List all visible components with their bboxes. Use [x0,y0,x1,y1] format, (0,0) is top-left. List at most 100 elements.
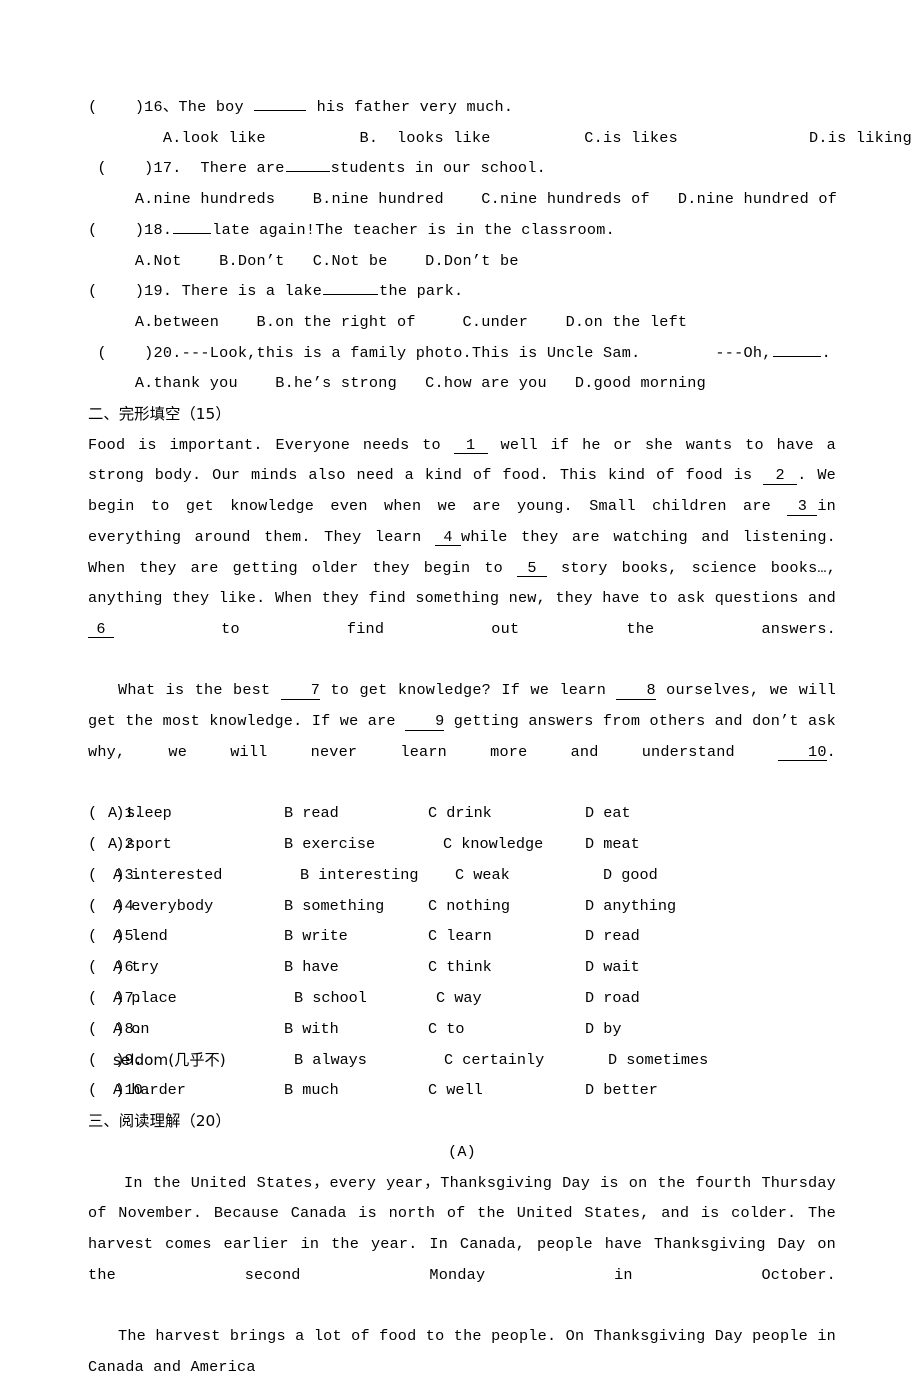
answer-blank-19[interactable] [323,280,379,296]
cloze-blank-7[interactable]: 7 [280,683,321,700]
cloze-option-a[interactable]: A sleep [108,798,172,829]
cloze-p1-text-6: to find out the answers. [114,619,836,638]
cloze-option-row: ( )8. A on B with C to D by [88,1014,836,1045]
cloze-option-row: ( )1. A sleep B read C drink D eat [88,798,836,829]
question-row-16: ( )16、The boy his father very much. [88,92,836,123]
cloze-blank-5[interactable]: 5 [517,560,547,578]
cloze-option-row: ( )9. seldom(几乎不) B always C certainly D so… [88,1045,836,1076]
cloze-blank-2[interactable]: 2 [763,468,798,485]
cloze-option-a[interactable]: A harder [113,1075,186,1106]
cloze-option-d[interactable]: D meat [585,829,640,860]
options-row-20[interactable]: A.thank you B.he’s strong C.how are you … [88,368,836,399]
cloze-option-b[interactable]: B school [294,983,367,1014]
cloze-option-a[interactable]: A interested [113,860,222,891]
cloze-option-b[interactable]: B with [284,1014,339,1045]
question-marker-16[interactable]: ( )16、 [88,98,178,116]
section-two-heading: 二、完形填空（15） [88,405,231,424]
question-stem-16-after: his father very much. [307,98,514,116]
cloze-blank-1[interactable]: 1 [453,437,488,455]
cloze-option-row: ( )6. A try B have C think D wait [88,952,836,983]
cloze-option-d[interactable]: D read [585,921,640,952]
cloze-blank-9[interactable]: 9 [405,714,445,731]
question-row-17: ( )17. There are students in our school. [88,153,836,184]
cloze-paragraph-1: Food is important. Everyone needs to 1 w… [88,430,836,676]
cloze-option-b[interactable]: B read [284,798,339,829]
cloze-option-b[interactable]: B have [284,952,339,983]
options-row-16[interactable]: A.look like B. looks like C.is likes D.i… [88,123,912,154]
cloze-option-d[interactable]: D better [585,1075,658,1106]
cloze-p2-text-0: What is the best [118,681,281,700]
cloze-option-c[interactable]: C well [428,1075,483,1106]
answer-blank-16[interactable] [254,96,307,111]
question-stem-20-after: . [821,343,831,362]
question-row-19: ( )19. There is a lake the park. [88,276,836,307]
cloze-option-c[interactable]: C certainly [444,1045,544,1076]
cloze-option-row: ( )2. A sport B exercise C knowledge D meat [88,829,836,860]
question-stem-18-after: late again!The teacher is in the classro… [212,220,615,239]
answer-blank-17[interactable] [285,157,330,173]
cloze-option-c[interactable]: C to [428,1014,464,1045]
reading-paragraph-1: In the United States，every year，Thanksgi… [88,1173,836,1284]
cloze-option-d[interactable]: D sometimes [608,1045,708,1076]
cloze-option-a[interactable]: A lend [113,921,168,952]
cloze-option-c[interactable]: C learn [428,921,492,952]
cloze-options-list: ( )1. A sleep B read C drink D eat( )2. A spo… [88,798,836,1106]
question-stem-19-after: the park. [379,282,464,301]
cloze-paragraph-2: What is the best 7 to get knowledge? If … [88,675,836,798]
cloze-option-a[interactable]: A place [113,983,177,1014]
cloze-option-row: ( )5. A lend B write C learn D read [88,921,836,952]
cloze-option-b[interactable]: B something [284,891,384,922]
cloze-option-row: ( )4. A everybody B something C nothing D a… [88,891,836,922]
question-stem-17-after: students in our school. [330,159,547,178]
answer-blank-18[interactable] [173,218,212,234]
cloze-blank-8[interactable]: 8 [616,683,656,700]
section-one-questions: ( )16、The boy his father very much. A.lo… [88,92,912,399]
cloze-option-b[interactable]: B much [284,1075,339,1106]
reading-paragraph-2: The harvest brings a lot of food to the … [88,1327,836,1376]
cloze-blank-6[interactable]: 6 [88,621,114,639]
cloze-blank-3[interactable]: 3 [787,499,818,516]
cloze-option-d[interactable]: D road [585,983,640,1014]
cloze-option-a[interactable]: A everybody [113,891,213,922]
question-marker-18[interactable]: ( )18. [88,221,172,239]
question-marker-19[interactable]: ( )19. There is a lake [88,282,322,300]
cloze-p2-text-1: to get knowledge? If we learn [320,681,617,700]
question-stem-16-before: The boy [178,98,254,116]
cloze-option-c[interactable]: C knowledge [443,829,543,860]
cloze-option-d[interactable]: D wait [585,952,640,983]
cloze-option-d[interactable]: D by [585,1014,621,1045]
cloze-option-d[interactable]: D anything [585,891,676,922]
cloze-option-c[interactable]: C weak [455,860,510,891]
cloze-blank-10[interactable]: 10 [778,744,827,762]
cloze-option-c[interactable]: C drink [428,798,492,829]
section-three-heading: 三、阅读理解（20） [88,1112,231,1131]
exam-page: ( )16、The boy his father very much. A.lo… [0,0,920,1376]
cloze-option-b[interactable]: B interesting [300,860,418,891]
cloze-option-c[interactable]: C nothing [428,891,510,922]
cloze-p1-text-0: Food is important. Everyone needs to [88,435,454,454]
answer-blank-20[interactable] [772,341,821,357]
cloze-option-row: ( )10. A harder B much C well D better [88,1075,836,1106]
question-marker-17[interactable]: ( )17. There are [88,159,285,177]
question-row-18: ( )18. late again!The teacher is in the c… [88,215,836,246]
options-row-19[interactable]: A.between B.on the right of C.under D.on… [88,307,836,338]
cloze-option-b[interactable]: B always [294,1045,367,1076]
cloze-option-b[interactable]: B exercise [284,829,375,860]
options-row-17[interactable]: A.nine hundreds B.nine hundred C.nine hu… [88,184,837,215]
question-marker-20[interactable]: ( )20.---Look,this is a family photo.Thi… [88,344,772,362]
cloze-option-row: ( )3. A interested B interesting C weak D g… [88,860,836,891]
cloze-option-a[interactable]: seldom(几乎不) [113,1045,226,1076]
cloze-option-c[interactable]: C way [436,983,482,1014]
cloze-option-a[interactable]: A on [113,1014,149,1045]
cloze-option-a[interactable]: A sport [108,829,172,860]
question-row-20: ( )20.---Look,this is a family photo.Thi… [88,338,836,369]
cloze-option-c[interactable]: C think [428,952,492,983]
options-row-18[interactable]: A.Not B.Don’t C.Not be D.Don’t be [88,246,836,277]
cloze-option-b[interactable]: B write [284,921,348,952]
cloze-option-a[interactable]: A try [113,952,159,983]
passage-label-a: (A) [447,1142,477,1161]
cloze-option-d[interactable]: D good [603,860,658,891]
cloze-p2-text-4: . [826,742,836,761]
cloze-blank-4[interactable]: 4 [435,529,462,547]
cloze-option-d[interactable]: D eat [585,798,631,829]
